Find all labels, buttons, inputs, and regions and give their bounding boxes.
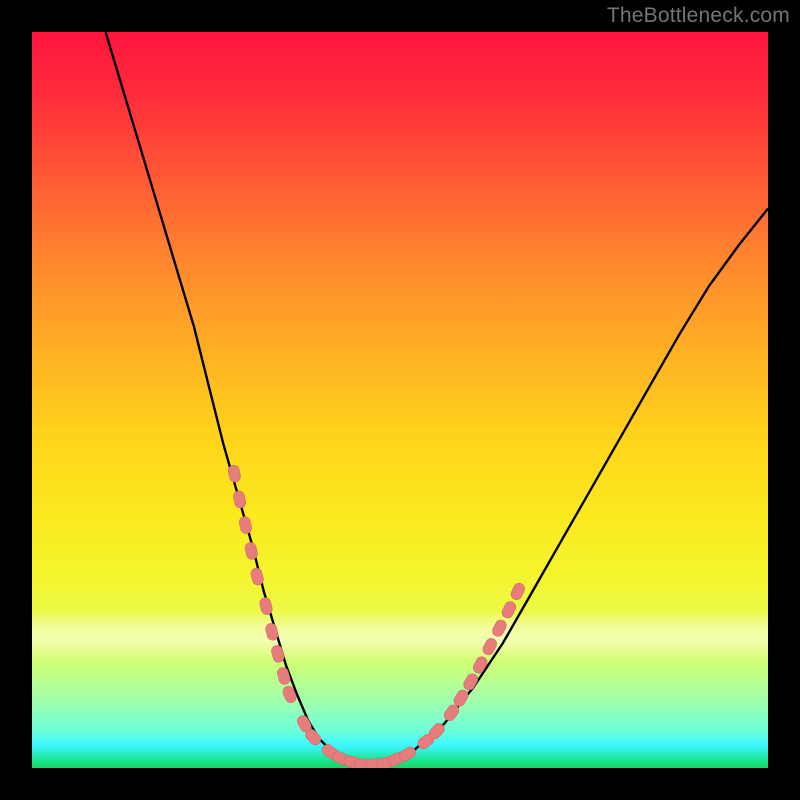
highlight-dot [509, 581, 526, 601]
highlight-dot [500, 600, 517, 620]
outer-frame: TheBottleneck.com [0, 0, 800, 800]
highlight-dot [491, 618, 509, 638]
highlight-dot [270, 644, 285, 663]
watermark-text: TheBottleneck.com [607, 4, 790, 28]
highlight-dot [276, 666, 291, 685]
highlight-dot [462, 672, 480, 692]
highlight-dot [227, 464, 241, 483]
highlight-dot [471, 655, 489, 675]
highlight-dot [232, 490, 246, 509]
plot-area [32, 32, 768, 768]
curve-layer [32, 32, 768, 768]
highlight-dot [238, 516, 253, 535]
highlight-dot [244, 541, 259, 560]
bottleneck-curve-path [106, 32, 768, 764]
